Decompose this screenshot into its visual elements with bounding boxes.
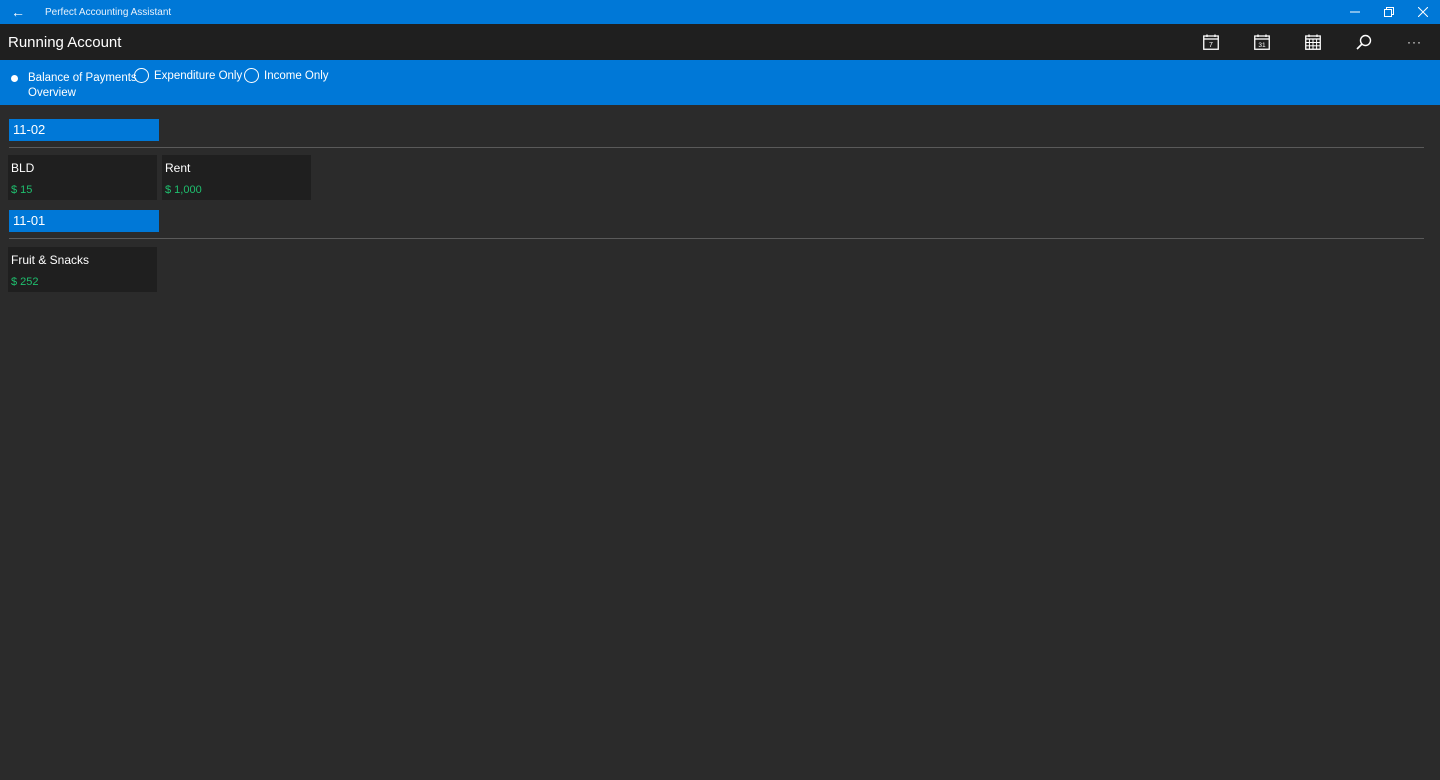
close-icon [1418,7,1428,17]
date-group-header[interactable]: 11-01 [9,210,159,232]
search-button[interactable] [1338,24,1389,60]
transaction-name: Rent [165,161,191,175]
minimize-button[interactable] [1338,0,1372,24]
radio-label: Balance of Payments Overview [28,72,137,99]
filter-expenditure-only-radio[interactable]: Expenditure Only [134,68,242,84]
back-button[interactable]: ← [0,0,36,24]
filter-bar: Balance of Payments Overview Expenditure… [0,60,1440,105]
more-icon: ··· [1407,35,1422,49]
month-view-button[interactable]: 31 [1236,24,1287,60]
calendar-month-icon: 31 [1253,34,1270,50]
radio-label: Expenditure Only [154,70,243,82]
toolbar: 7 31 ··· [1185,24,1440,60]
transaction-tile[interactable]: BLD $ 15 [8,155,157,200]
calendar-year-icon [1304,34,1321,50]
more-button[interactable]: ··· [1389,24,1440,60]
transaction-amount: $ 1,000 [165,184,202,196]
year-view-button[interactable] [1287,24,1338,60]
transaction-name: BLD [11,161,35,175]
window-controls [1338,0,1440,24]
restore-button[interactable] [1372,0,1406,24]
close-button[interactable] [1406,0,1440,24]
minimize-icon [1350,11,1360,13]
window-title: Perfect Accounting Assistant [45,6,172,18]
week-view-button[interactable]: 7 [1185,24,1236,60]
transaction-name: Fruit & Snacks [11,253,90,267]
radio-circle [244,68,259,83]
app-bar: Running Account 7 31 ··· [0,24,1440,60]
filter-balance-overview-radio[interactable]: Balance of Payments Overview [11,71,137,101]
divider [9,147,1424,148]
transaction-tile[interactable]: Rent $ 1,000 [162,155,311,200]
svg-text:31: 31 [1258,42,1266,49]
radio-circle [134,68,149,83]
page-title: Running Account [8,33,122,51]
transaction-amount: $ 252 [11,276,39,288]
back-arrow-icon: ← [11,4,25,20]
calendar-week-icon: 7 [1202,34,1219,50]
date-group-header[interactable]: 11-02 [9,119,159,141]
search-icon [1355,34,1371,50]
restore-icon [1384,7,1394,17]
radio-label: Income Only [264,70,329,82]
filter-income-only-radio[interactable]: Income Only [244,68,329,84]
divider [9,238,1424,239]
svg-text:7: 7 [1209,42,1213,49]
transaction-amount: $ 15 [11,184,33,196]
radio-selected-indicator [11,75,18,82]
title-bar: ← Perfect Accounting Assistant [0,0,1440,24]
transaction-tile[interactable]: Fruit & Snacks $ 252 [8,247,157,292]
